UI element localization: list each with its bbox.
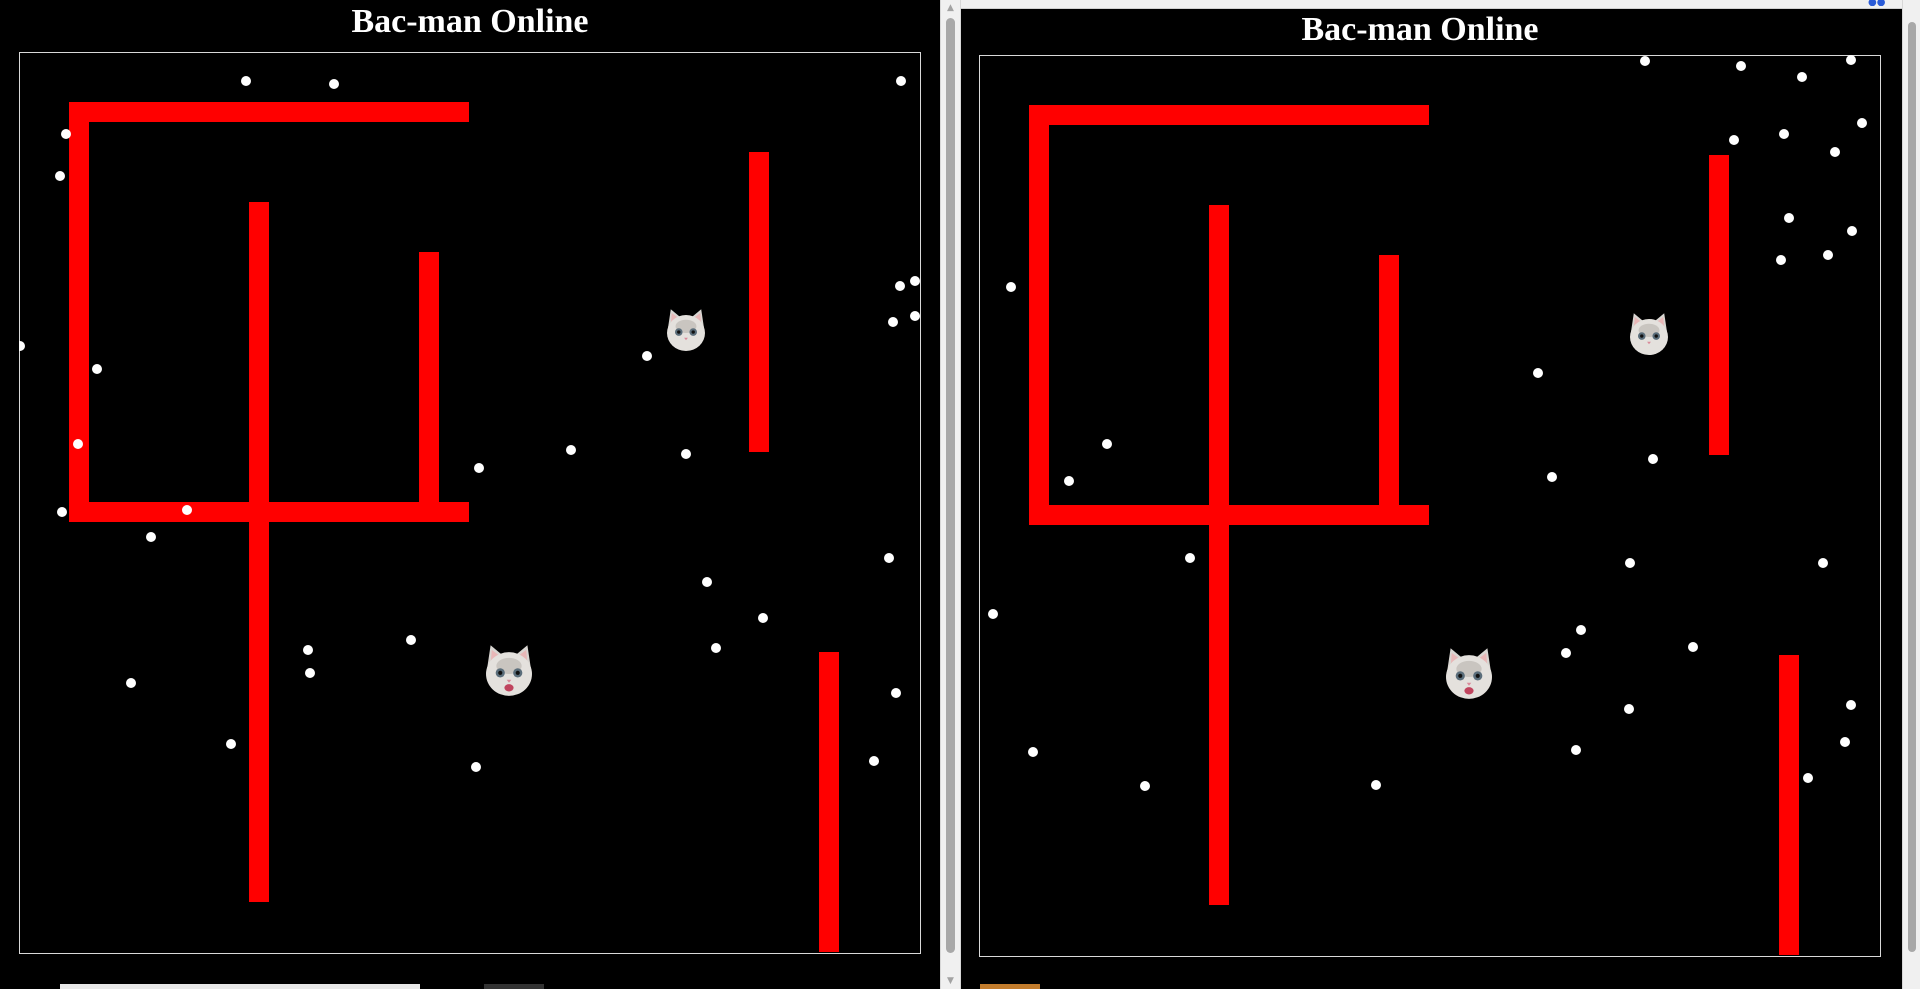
pellet-dot xyxy=(1561,648,1571,658)
left-game-window: Bac-man Online xyxy=(0,0,940,989)
pellet-dot xyxy=(92,364,102,374)
pellet-dot xyxy=(1797,72,1807,82)
vertical-scrollbar[interactable]: ▲ ▼ xyxy=(940,0,961,989)
maze-wall xyxy=(249,202,269,902)
maze-wall xyxy=(419,252,439,512)
pellet-dot xyxy=(702,577,712,587)
pellet-dot xyxy=(1028,747,1038,757)
pellet-dot xyxy=(146,532,156,542)
maze-wall xyxy=(749,152,769,452)
pellet-dot xyxy=(471,762,481,772)
pellet-dot xyxy=(1857,118,1867,128)
maze-wall xyxy=(1709,155,1729,455)
scroll-up-arrow-icon[interactable]: ▲ xyxy=(941,0,960,16)
pellet-dot xyxy=(241,76,251,86)
pellet-dot xyxy=(226,739,236,749)
pellet-dot xyxy=(1064,476,1074,486)
pellet-dot xyxy=(681,449,691,459)
maze-wall xyxy=(1779,655,1799,955)
maze-wall xyxy=(819,652,839,952)
pellet-dot xyxy=(474,463,484,473)
scroll-down-arrow-icon[interactable]: ▼ xyxy=(941,973,960,989)
cat-player-icon xyxy=(1630,313,1668,356)
game-title: Bac-man Online xyxy=(1301,11,1539,48)
pellet-dot xyxy=(1576,625,1586,635)
pellet-dot xyxy=(1688,642,1698,652)
scroll-thumb[interactable] xyxy=(1908,22,1916,952)
maze-wall xyxy=(1209,205,1229,905)
taskbar-item[interactable] xyxy=(484,984,544,989)
pellet-dot xyxy=(1776,255,1786,265)
pellet-dot xyxy=(303,645,313,655)
right-game-window: Bac-man Online xyxy=(961,0,1920,989)
cat-player-icon xyxy=(1446,648,1492,699)
pellet-dot xyxy=(1533,368,1543,378)
pellet-dot xyxy=(73,439,83,449)
pellet-dot xyxy=(1818,558,1828,568)
vertical-scrollbar[interactable] xyxy=(1902,0,1920,989)
browser-top-edge xyxy=(961,0,1920,9)
game-title: Bac-man Online xyxy=(351,3,589,40)
pellet-dot xyxy=(1729,135,1739,145)
pellet-dot xyxy=(1784,213,1794,223)
maze-canvas[interactable] xyxy=(19,52,921,954)
pellet-dot xyxy=(1185,553,1195,563)
game-board[interactable] xyxy=(979,55,1881,957)
pellet-dot xyxy=(1846,700,1856,710)
maze-wall xyxy=(69,102,89,522)
maze-wall xyxy=(1029,105,1429,125)
pellet-dot xyxy=(1823,250,1833,260)
pellet-dot xyxy=(896,76,906,86)
pellet-dot xyxy=(406,635,416,645)
maze-wall xyxy=(1029,105,1049,525)
pellet-dot xyxy=(1846,55,1856,65)
pellet-dot xyxy=(1830,147,1840,157)
pellet-dot xyxy=(642,351,652,361)
pellet-dot xyxy=(910,276,920,286)
pellet-dot xyxy=(910,311,920,321)
pellet-dot xyxy=(1779,129,1789,139)
pellet-dot xyxy=(895,281,905,291)
pellet-dot xyxy=(55,171,65,181)
pellet-dot xyxy=(1736,61,1746,71)
maze-wall xyxy=(1379,255,1399,515)
pellet-dot xyxy=(182,505,192,515)
pellet-dot xyxy=(1640,56,1650,66)
pellet-dot xyxy=(758,613,768,623)
pellet-dot xyxy=(126,678,136,688)
scroll-thumb[interactable] xyxy=(946,18,955,953)
pellet-dot xyxy=(888,317,898,327)
cat-player-icon xyxy=(486,645,532,696)
pellet-dot xyxy=(1625,558,1635,568)
pellet-dot xyxy=(305,668,315,678)
pellet-dot xyxy=(1102,439,1112,449)
pellet-dot xyxy=(869,756,879,766)
maze-wall xyxy=(69,102,469,122)
pellet-dot xyxy=(1624,704,1634,714)
taskbar-item[interactable] xyxy=(980,984,1040,989)
pellet-dot xyxy=(329,79,339,89)
pellet-dot xyxy=(1847,226,1857,236)
pellet-dot xyxy=(61,129,71,139)
maze-canvas[interactable] xyxy=(979,55,1881,957)
pellet-dot xyxy=(884,553,894,563)
game-board[interactable] xyxy=(19,52,921,954)
pellet-dot xyxy=(1648,454,1658,464)
pellet-dot xyxy=(566,445,576,455)
pellet-dot xyxy=(1571,745,1581,755)
pellet-dot xyxy=(1140,781,1150,791)
pellet-dot xyxy=(891,688,901,698)
pellet-dot xyxy=(1803,773,1813,783)
pellet-dot xyxy=(19,341,25,351)
pellet-dot xyxy=(988,609,998,619)
horizontal-scrollbar[interactable] xyxy=(60,984,420,989)
corner-link-icon[interactable]: ●● xyxy=(1868,0,1896,6)
pellet-dot xyxy=(57,507,67,517)
pellet-dot xyxy=(1006,282,1016,292)
pellet-dot xyxy=(1547,472,1557,482)
pellet-dot xyxy=(1371,780,1381,790)
cat-player-icon xyxy=(667,309,705,352)
pellet-dot xyxy=(711,643,721,653)
pellet-dot xyxy=(1840,737,1850,747)
